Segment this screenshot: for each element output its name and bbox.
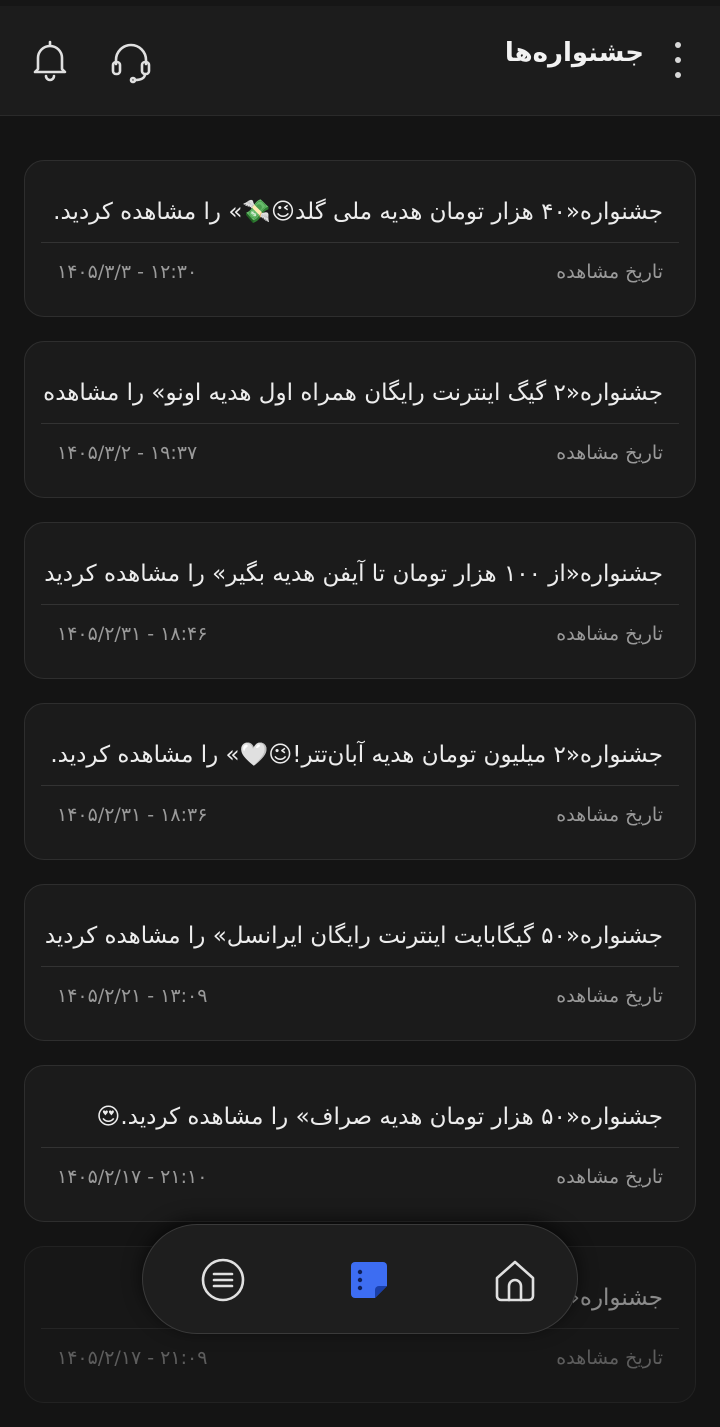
- card-title: جشنواره«۴۰ هزار تومان هدیه ملی گلد😉💸» را…: [53, 199, 663, 225]
- card-title: جشنواره«۵۰ هزار تومان هدیه صراف» را مشاه…: [96, 1104, 663, 1130]
- view-date-value: ۱۴۰۵/۳/۳ - ۱۲:۳۰: [57, 261, 198, 283]
- view-date-label: تاریخ مشاهده: [556, 623, 663, 645]
- view-date-label: تاریخ مشاهده: [556, 804, 663, 826]
- festival-card[interactable]: جشنواره«۲ گیگ اینترنت رایگان همراه اول ه…: [24, 341, 696, 498]
- view-date-label: تاریخ مشاهده: [556, 1166, 663, 1188]
- notes-icon[interactable]: [343, 1254, 395, 1306]
- festival-card[interactable]: جشنواره«۵۰ گیگابایت اینترنت رایگان ایران…: [24, 884, 696, 1041]
- card-divider: [41, 242, 679, 243]
- view-date-label: تاریخ مشاهده: [556, 442, 663, 464]
- card-divider: [41, 966, 679, 967]
- bottom-navigation: [142, 1224, 578, 1334]
- festival-card[interactable]: جشنواره«از ۱۰۰ هزار تومان تا آیفن هدیه ب…: [24, 522, 696, 679]
- view-date-label: تاریخ مشاهده: [556, 261, 663, 283]
- card-divider: [41, 785, 679, 786]
- card-divider: [41, 423, 679, 424]
- status-strip: [0, 0, 720, 6]
- card-divider: [41, 604, 679, 605]
- card-title: جشنواره«۲ میلیون تومان هدیه آبان‌تتر!😉🤍»…: [50, 742, 663, 768]
- festival-card[interactable]: جشنواره«۵۰ هزار تومان هدیه صراف» را مشاه…: [24, 1065, 696, 1222]
- view-date-value: ۱۴۰۵/۳/۲ - ۱۹:۳۷: [57, 442, 198, 464]
- view-date-value: ۱۴۰۵/۲/۳۱ - ۱۸:۳۶: [57, 804, 208, 826]
- home-icon[interactable]: [489, 1254, 541, 1306]
- card-title: جشنواره«۲ گیگ اینترنت رایگان همراه اول ه…: [43, 380, 663, 406]
- card-divider: [41, 1147, 679, 1148]
- top-app-bar: جشنواره‌ها: [0, 0, 720, 116]
- bell-icon[interactable]: [26, 36, 74, 84]
- view-date-label: تاریخ مشاهده: [556, 985, 663, 1007]
- view-date-value: ۱۴۰۵/۲/۱۷ - ۲۱:۰۹: [57, 1347, 208, 1369]
- menu-icon[interactable]: [197, 1254, 249, 1306]
- view-date-label: تاریخ مشاهده: [556, 1347, 663, 1369]
- view-date-value: ۱۴۰۵/۲/۲۱ - ۱۳:۰۹: [57, 985, 208, 1007]
- page-title: جشنواره‌ها: [504, 38, 644, 68]
- card-title: جشنواره«۵۰ گیگابایت اینترنت رایگان ایران…: [43, 923, 663, 949]
- view-date-value: ۱۴۰۵/۲/۱۷ - ۲۱:۱۰: [57, 1166, 208, 1188]
- headset-icon[interactable]: [107, 36, 155, 84]
- festival-card[interactable]: جشنواره«۲ میلیون تومان هدیه آبان‌تتر!😉🤍»…: [24, 703, 696, 860]
- more-vertical-icon[interactable]: [668, 40, 688, 80]
- card-title: جشنواره«از ۱۰۰ هزار تومان تا آیفن هدیه ب…: [43, 561, 663, 587]
- view-date-value: ۱۴۰۵/۲/۳۱ - ۱۸:۴۶: [57, 623, 208, 645]
- festival-card[interactable]: جشنواره«۴۰ هزار تومان هدیه ملی گلد😉💸» را…: [24, 160, 696, 317]
